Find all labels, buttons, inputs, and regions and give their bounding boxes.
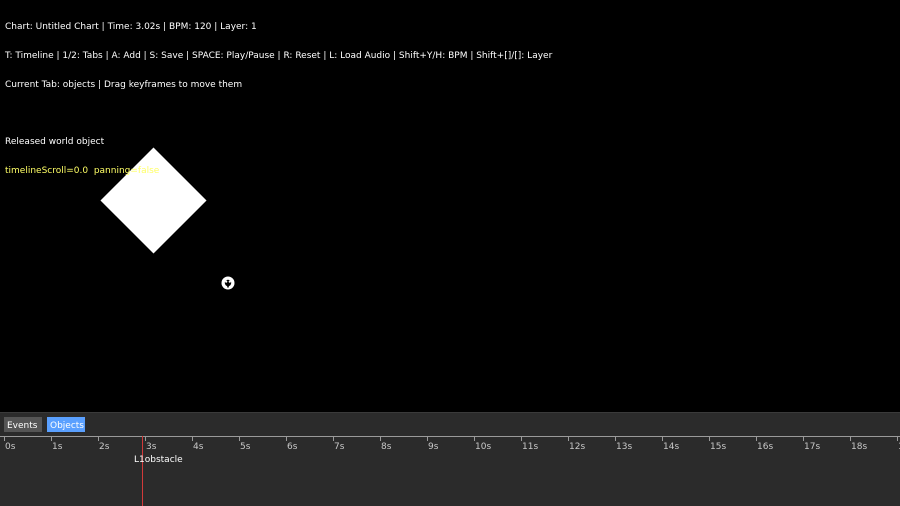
timeline-tick (98, 436, 99, 441)
timeline-tick-label: 18s (851, 442, 868, 452)
timeline-tick (709, 436, 710, 441)
hud-chart-status: Chart: Untitled Chart | Time: 3.02s | BP… (5, 22, 257, 33)
hud-overlay: Chart: Untitled Chart | Time: 3.02s | BP… (5, 4, 552, 196)
timeline-playhead[interactable] (142, 436, 143, 506)
hud-message: Released world object (5, 137, 105, 148)
timeline-tick (192, 436, 193, 441)
timeline-tick (521, 436, 522, 441)
hud-current-tab: Current Tab: objects | Drag keyframes to… (5, 79, 243, 90)
player-ball-icon[interactable] (221, 276, 235, 290)
timeline-tick (145, 436, 146, 441)
timeline-tick (803, 436, 804, 441)
editor-window: Chart: Untitled Chart | Time: 3.02s | BP… (0, 0, 900, 506)
timeline-tick-label: 15s (710, 442, 727, 452)
timeline-ruler (0, 436, 900, 437)
hud-debug: timelineScroll=0.0 panning=false (5, 166, 160, 177)
timeline-tick-label: 1s (52, 442, 63, 452)
timeline-tick-label: 16s (757, 442, 774, 452)
timeline-object-label[interactable]: L1obstacle (134, 455, 183, 465)
timeline-tick (380, 436, 381, 441)
timeline-tick (51, 436, 52, 441)
tab-events[interactable]: Events (4, 417, 42, 432)
timeline-tick (333, 436, 334, 441)
timeline-tick-label: 8s (381, 442, 392, 452)
timeline-tick-label: 14s (663, 442, 680, 452)
timeline-tick-label: 13s (616, 442, 633, 452)
timeline-tick-label: 3s (146, 442, 157, 452)
timeline-tick (4, 436, 5, 441)
timeline-tick-label: 2s (99, 442, 110, 452)
timeline-tick (615, 436, 616, 441)
timeline-tick (756, 436, 757, 441)
timeline-tick-label: 10s (475, 442, 492, 452)
timeline-tick-label: 7s (334, 442, 345, 452)
timeline-tick-label: 4s (193, 442, 204, 452)
timeline-tick-label: 17s (804, 442, 821, 452)
timeline-tick (474, 436, 475, 441)
timeline-tick (850, 436, 851, 441)
timeline-tick-label: 9s (428, 442, 439, 452)
hud-keybindings: T: Timeline | 1/2: Tabs | A: Add | S: Sa… (5, 50, 553, 61)
timeline-tick-label: 11s (522, 442, 539, 452)
timeline-tick (568, 436, 569, 441)
timeline-tick-label: 6s (287, 442, 298, 452)
timeline-tick (427, 436, 428, 441)
timeline-tick (286, 436, 287, 441)
timeline-tick (897, 436, 898, 441)
timeline-tick (662, 436, 663, 441)
timeline-tick-label: 12s (569, 442, 586, 452)
tab-objects[interactable]: Objects (47, 417, 85, 432)
timeline-panel[interactable]: Events Objects 0s 1s 2s 3s 4s 5s 6s 7s 8s 9s 10s 11… (0, 412, 900, 506)
timeline-tick (239, 436, 240, 441)
timeline-tick-label: 5s (240, 442, 251, 452)
timeline-tick-label: 0s (5, 442, 16, 452)
